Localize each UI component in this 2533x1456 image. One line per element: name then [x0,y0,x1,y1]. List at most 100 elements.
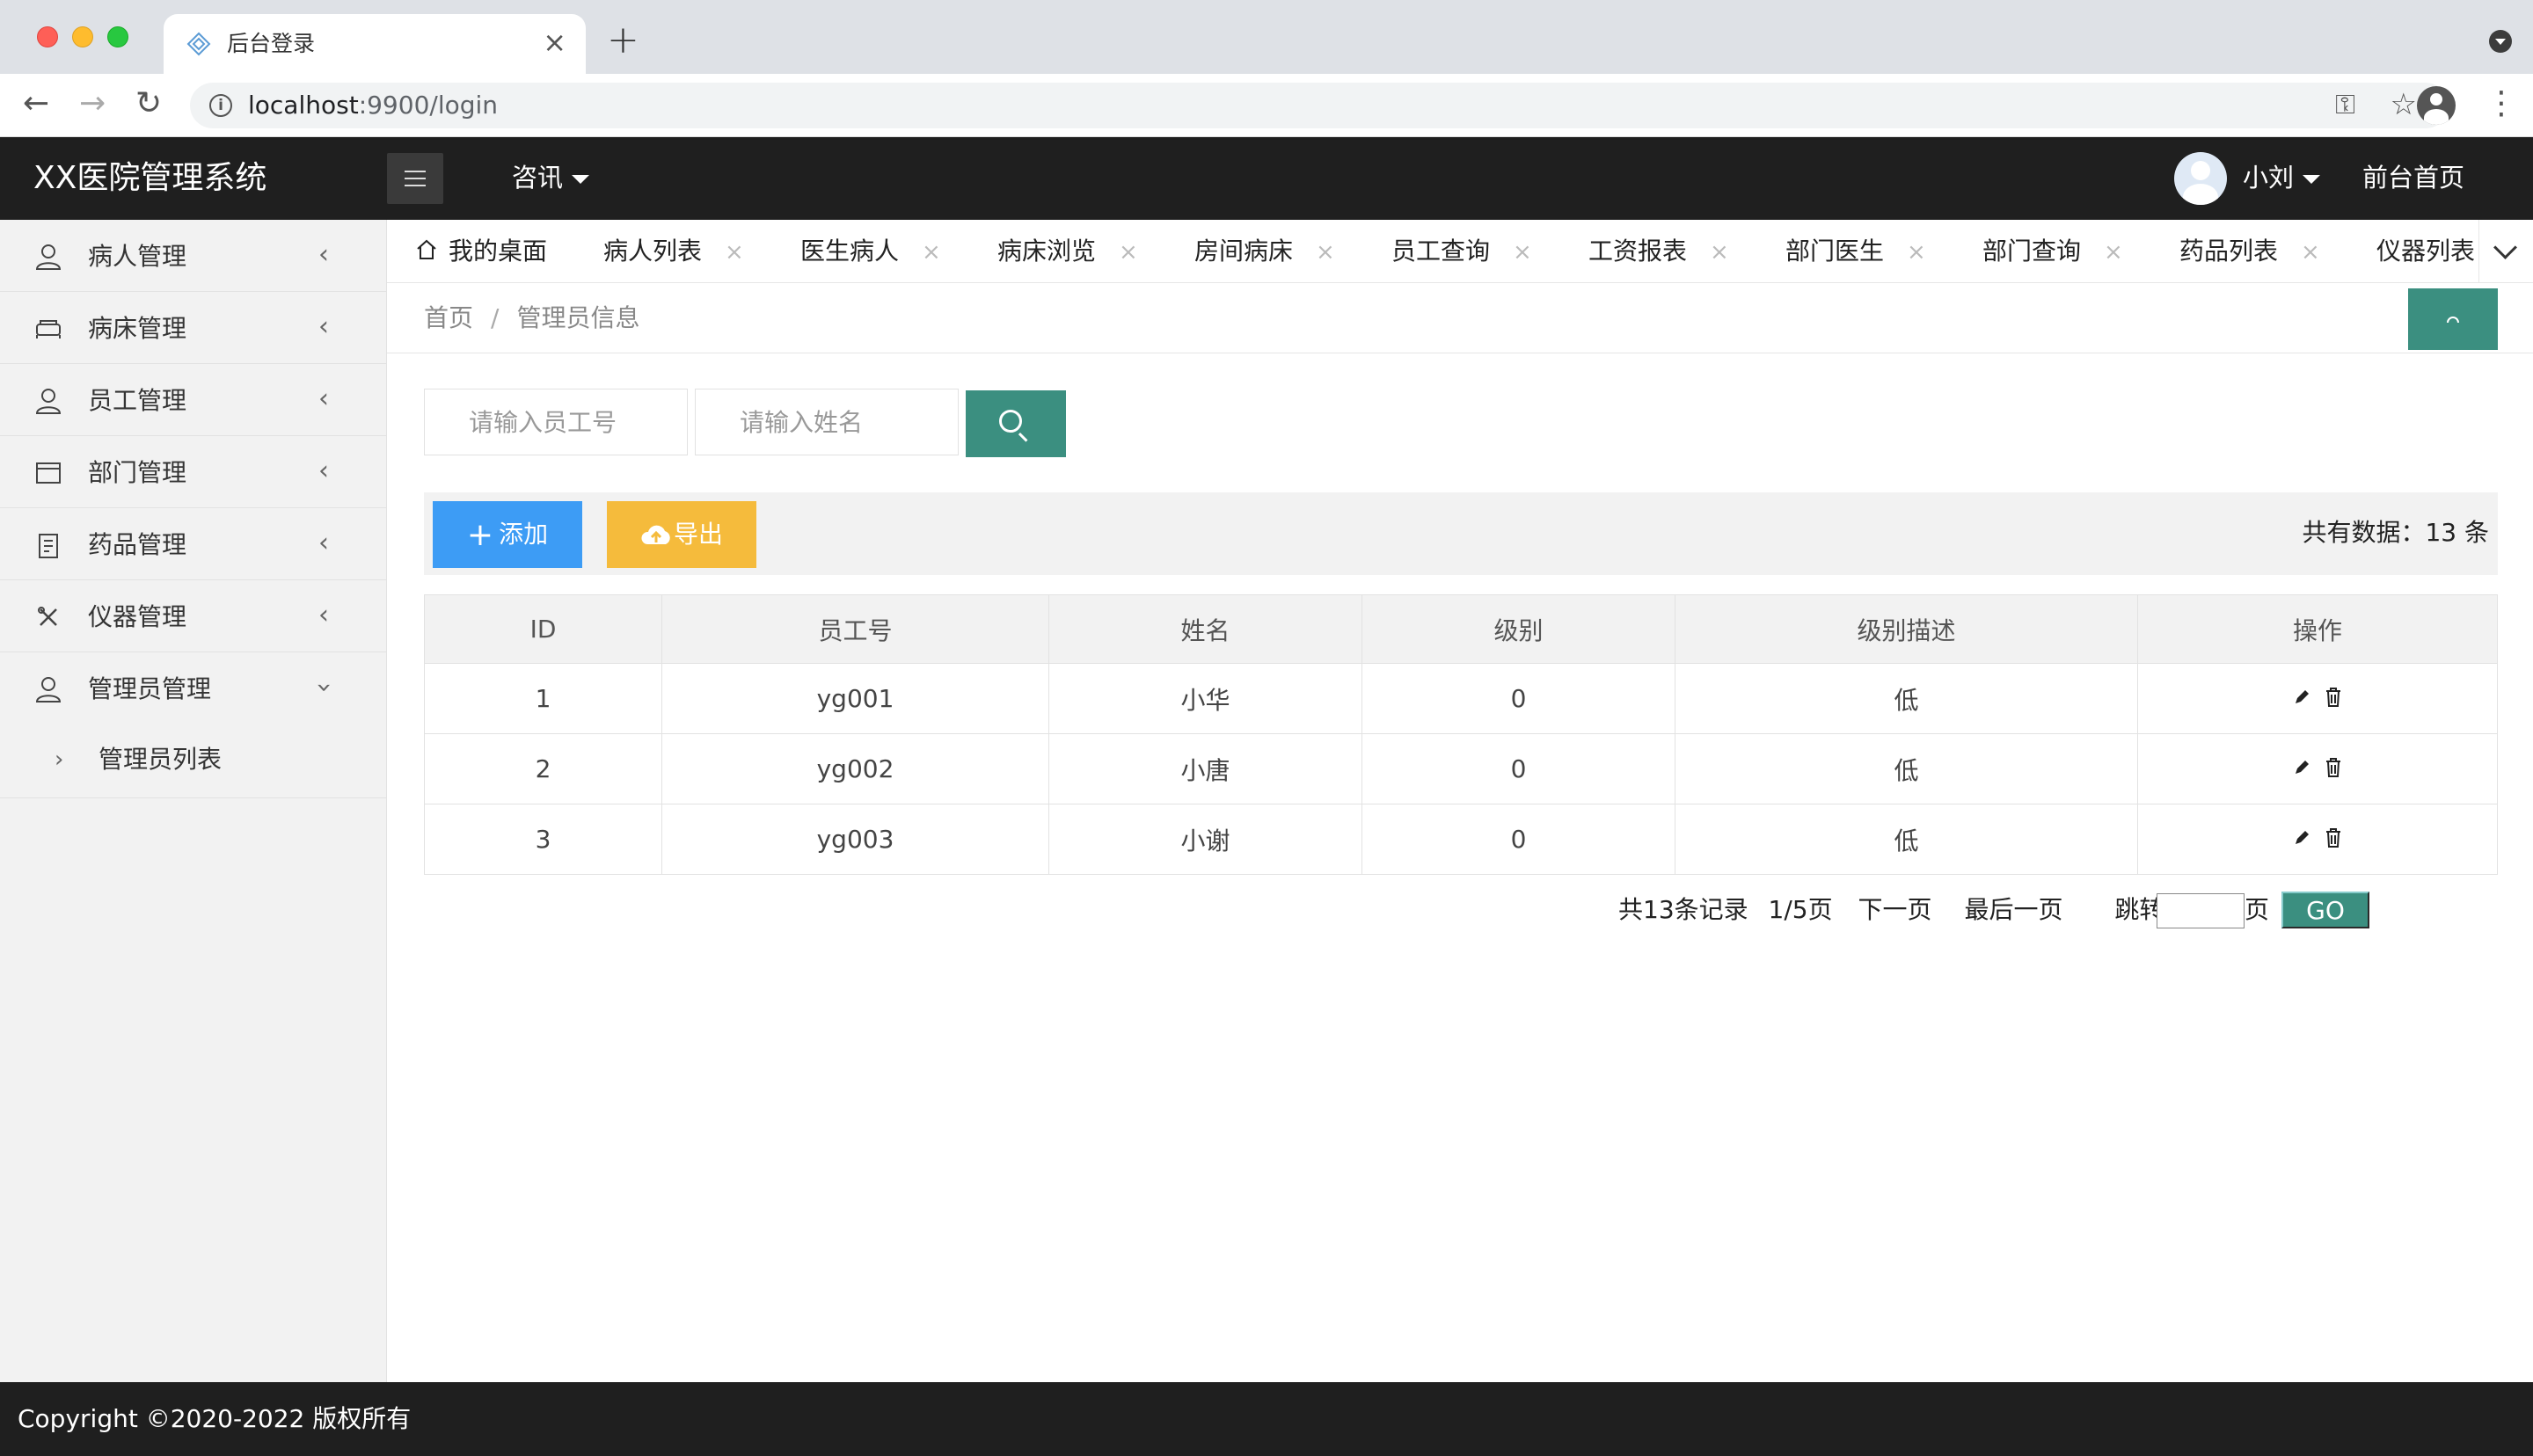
cell-employee-number: yg003 [661,804,1049,875]
close-icon[interactable]: × [725,239,744,266]
admin-icon [35,677,62,703]
close-tab-icon[interactable]: × [543,26,566,58]
user-menu[interactable]: 小刘 [2243,157,2321,199]
sidebar-item-label: 仪器管理 [88,602,187,631]
edit-pencil-icon[interactable] [2292,688,2311,707]
tab-dept-doctors[interactable]: 部门医生 × [1785,220,1926,282]
sidebar-item-label: 病人管理 [88,242,187,271]
tab-bed-browse[interactable]: 病床浏览 × [997,220,1138,282]
sidebar-item-label: 管理员管理 [88,674,212,703]
sidebar-item-departments[interactable]: 部门管理 ‹ [0,436,386,508]
tab-doctor-patients[interactable]: 医生病人 × [800,220,941,282]
tab-search-icon[interactable] [2489,30,2512,53]
pagination: 共13条记录 1/5页 下一页 最后一页 跳转至 页 GO [1618,890,2369,930]
edit-pencil-icon[interactable] [2292,828,2311,848]
column-header-actions: 操作 [2137,594,2498,664]
total-count: 共有数据：13 条 [2302,518,2489,547]
chevron-down-icon: ‹ [308,682,339,693]
menu-toggle-button[interactable] [387,153,443,204]
profile-icon[interactable] [2417,86,2456,125]
cell-name: 小唐 [1048,733,1362,804]
caret-down-icon [2303,175,2321,184]
sidebar-item-beds[interactable]: 病床管理 ‹ [0,292,386,364]
cell-level-desc: 低 [1675,804,2138,875]
chevron-left-icon: ‹ [318,311,329,342]
column-header-name: 姓名 [1048,594,1362,664]
tab-medicine-list[interactable]: 药品列表 × [2179,220,2320,282]
tab-room-beds[interactable]: 房间病床 × [1194,220,1335,282]
tab-patient-list[interactable]: 病人列表 × [603,220,744,282]
delete-trash-icon[interactable] [2324,687,2343,708]
browser-tab[interactable]: 后台登录 × [164,14,586,74]
employee-number-input[interactable] [424,389,688,455]
tab-my-desktop[interactable]: 我的桌面 [415,220,547,282]
key-icon[interactable]: ⚿ [2335,90,2355,121]
add-button[interactable]: + 添加 [433,501,582,568]
reload-icon[interactable]: ↻ [135,86,162,121]
breadcrumb-home[interactable]: 首页 [424,303,473,332]
page-jump-input[interactable] [2157,893,2245,928]
tab-label: 仪器列表 [2376,237,2476,266]
go-button[interactable]: GO [2281,892,2369,928]
browser-window: 后台登录 × + ← → ↻ i localhost:9900/login ⚿ … [0,0,2533,1456]
news-menu[interactable]: 咨讯 [512,157,590,199]
tabs-more-chevron-down-icon[interactable] [2478,220,2533,282]
tab-dept-query[interactable]: 部门查询 × [1982,220,2123,282]
close-icon[interactable]: × [1316,239,1335,266]
sidebar-subitem-label: 管理员列表 [99,745,223,774]
address-bar[interactable]: i localhost:9900/login ⚿ ☆ [190,83,2449,128]
url-text[interactable]: localhost:9900/login [248,90,498,121]
delete-trash-icon[interactable] [2324,757,2343,778]
sidebar-item-instruments[interactable]: 仪器管理 ‹ [0,580,386,652]
tab-instrument-list[interactable]: 仪器列表 [2376,220,2476,282]
refresh-icon [2447,317,2459,324]
delete-trash-icon[interactable] [2324,827,2343,848]
more-menu-icon[interactable]: ⋮ [2486,86,2517,121]
site-info-icon[interactable]: i [209,94,232,117]
close-icon[interactable]: × [2301,239,2320,266]
close-window-button[interactable] [37,26,58,47]
close-icon[interactable]: × [922,239,941,266]
search-button[interactable] [966,390,1066,457]
user-name: 小刘 [2243,163,2295,193]
tab-label: 员工查询 [1391,237,1491,266]
close-icon[interactable]: × [1513,239,1532,266]
sidebar-item-label: 员工管理 [88,386,187,415]
back-icon[interactable]: ← [23,86,49,121]
url-host: localhost [248,91,359,120]
sidebar-subitem-admin-list[interactable]: › 管理员列表 [0,724,386,798]
front-home-link[interactable]: 前台首页 [2362,157,2464,199]
sidebar-item-medicine[interactable]: 药品管理 ‹ [0,508,386,580]
tab-label: 药品列表 [2179,237,2279,266]
chevron-left-icon: ‹ [318,528,329,558]
forward-icon[interactable]: → [79,86,106,121]
tab-label: 病人列表 [603,237,703,266]
sidebar-item-label: 病床管理 [88,314,187,343]
refresh-button[interactable] [2408,288,2498,350]
edit-pencil-icon[interactable] [2292,758,2311,777]
tab-staff-query[interactable]: 员工查询 × [1391,220,1532,282]
export-button[interactable]: 导出 [607,501,756,568]
close-icon[interactable]: × [1907,239,1926,266]
close-icon[interactable]: × [1119,239,1138,266]
avatar[interactable] [2174,152,2227,205]
last-page-link[interactable]: 最后一页 [1964,895,2062,924]
name-input[interactable] [695,389,959,455]
tab-label: 部门查询 [1982,237,2082,266]
next-page-link[interactable]: 下一页 [1858,895,1932,924]
close-icon[interactable]: × [1710,239,1729,266]
sidebar-item-label: 药品管理 [88,530,187,559]
tab-salary-report[interactable]: 工资报表 × [1588,220,1729,282]
maximize-window-button[interactable] [107,26,128,47]
sidebar-item-admins[interactable]: 管理员管理 ‹ [0,652,386,724]
close-icon[interactable]: × [2104,239,2123,266]
cell-employee-number: yg002 [661,733,1049,804]
bookmark-star-icon[interactable]: ☆ [2391,88,2417,121]
new-tab-icon[interactable]: + [607,19,639,62]
minimize-window-button[interactable] [72,26,93,47]
sidebar-item-staff[interactable]: 员工管理 ‹ [0,364,386,436]
sidebar-item-patients[interactable]: 病人管理 ‹ [0,220,386,292]
table-row: 1 yg001 小华 0 低 [424,663,2498,734]
breadcrumb-current: 管理员信息 [516,303,640,332]
add-button-label: 添加 [499,520,549,549]
